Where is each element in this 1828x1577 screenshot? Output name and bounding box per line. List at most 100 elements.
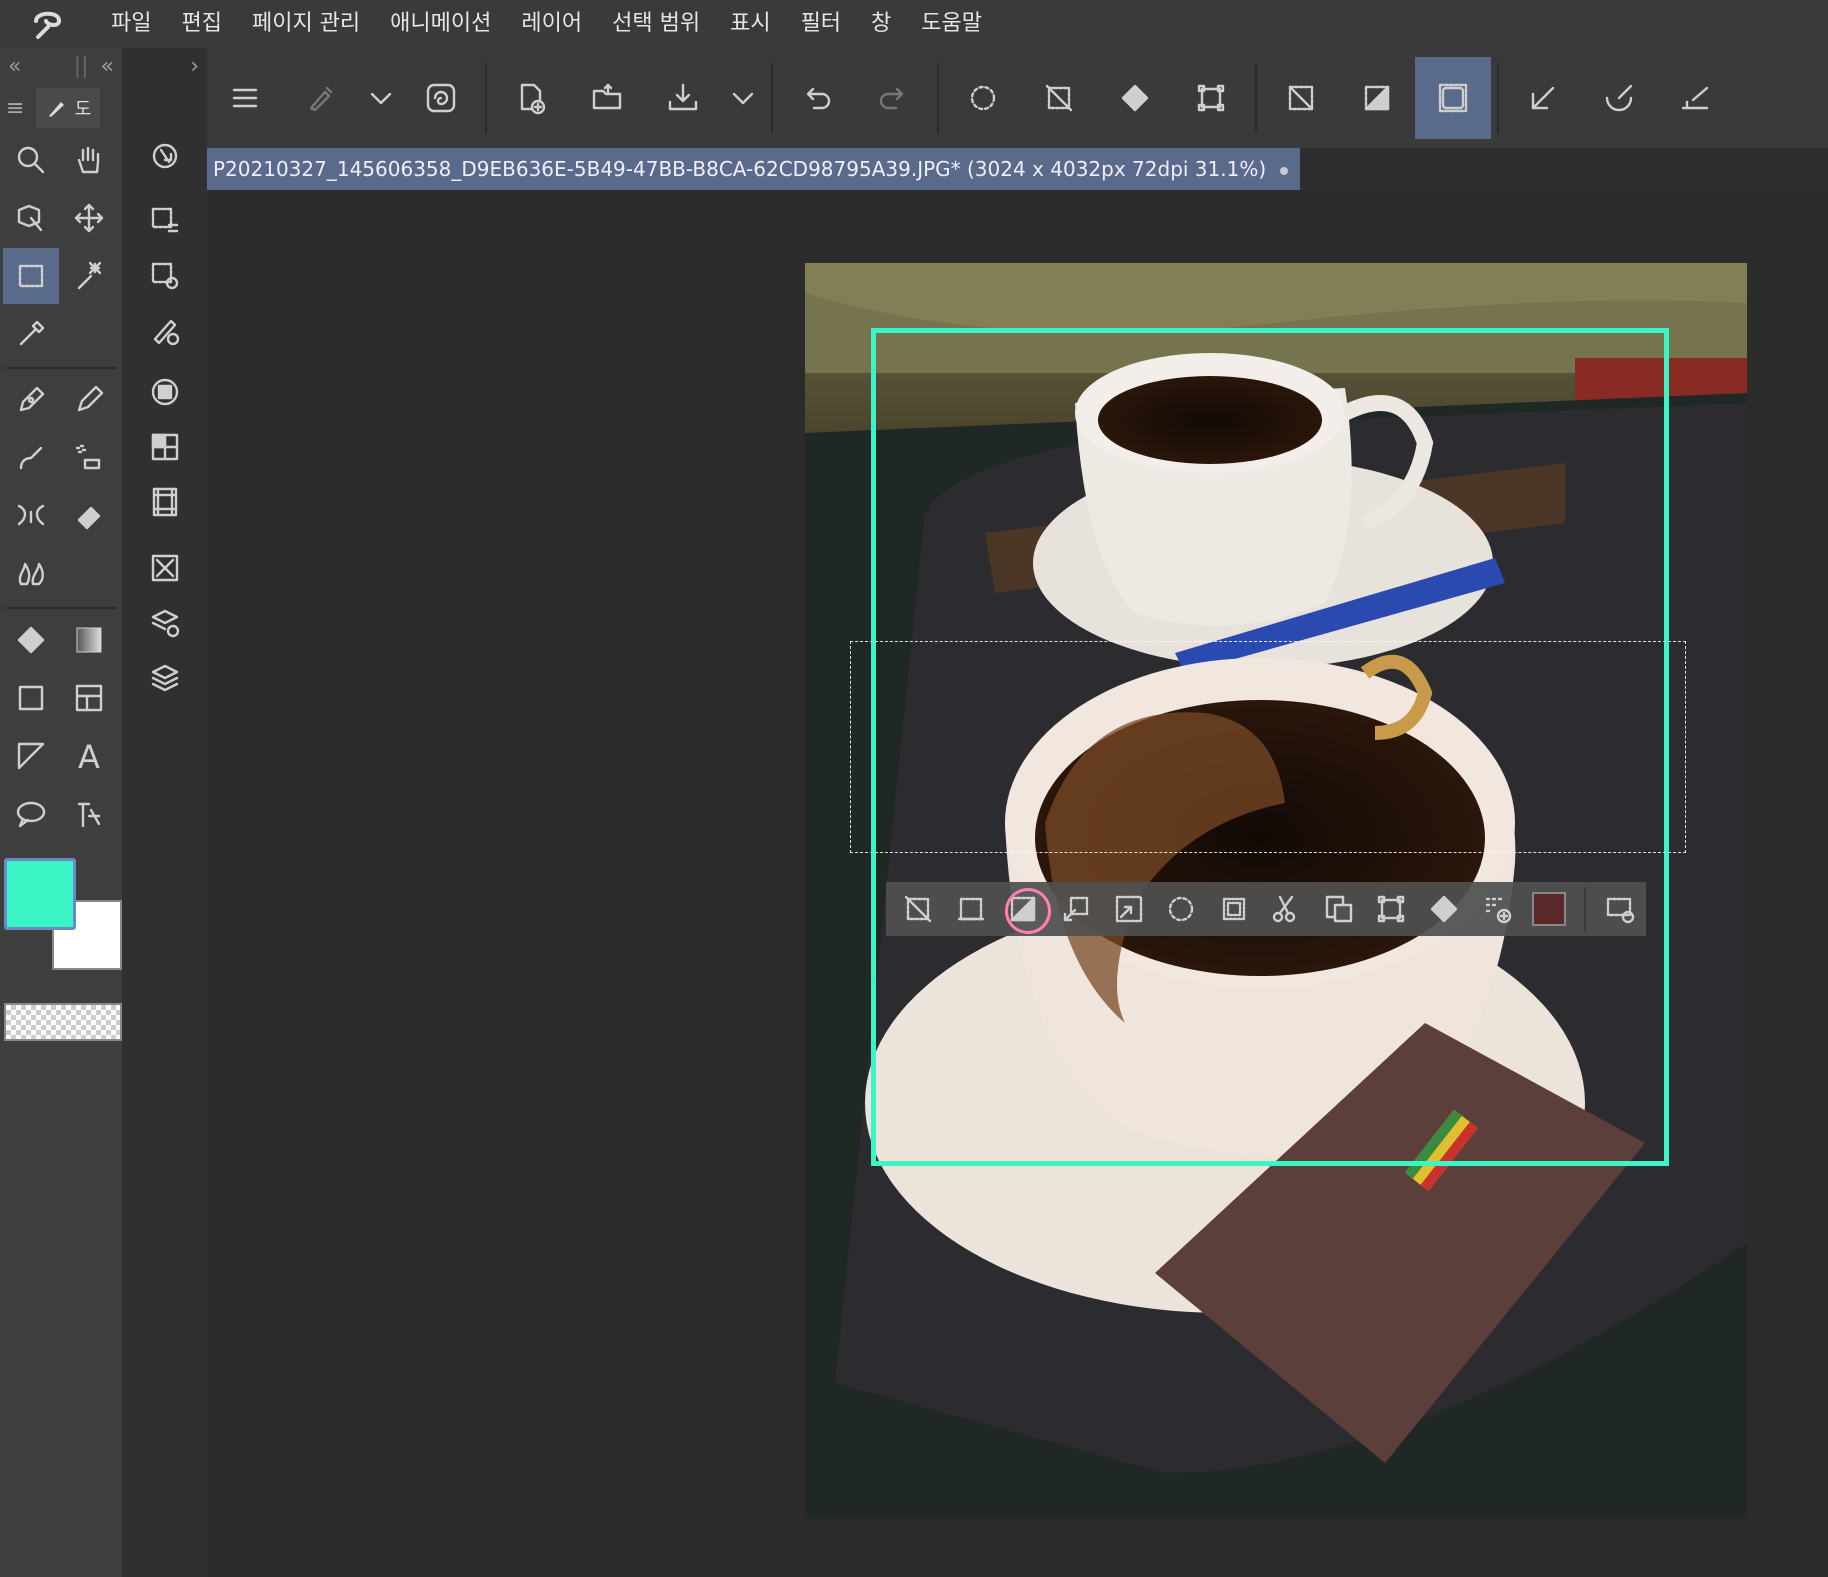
sub-brush-button[interactable]	[122, 299, 207, 363]
select-all-button[interactable]	[945, 57, 1021, 139]
move-icon	[71, 200, 107, 236]
invert-selection-button[interactable]	[1339, 57, 1415, 139]
new-document-button[interactable]	[493, 57, 569, 139]
menu-button[interactable]	[207, 57, 283, 139]
decoration-tool[interactable]	[3, 488, 59, 544]
transparent-color-swatch[interactable]	[4, 1003, 122, 1041]
correct-line-tool[interactable]	[61, 786, 117, 842]
selection-border-button[interactable]	[1207, 882, 1260, 936]
document-title: P20210327_145606358_D9EB636E-5B49-47BB-B…	[213, 157, 1267, 181]
menu-item[interactable]: 레이어	[506, 0, 597, 48]
object-select-icon	[13, 200, 49, 236]
menu-item[interactable]: 선택 범위	[597, 0, 715, 48]
menu-item[interactable]: 창	[856, 0, 906, 48]
grid-snap-button[interactable]	[1657, 57, 1733, 139]
grid-snap-icon	[1677, 80, 1713, 116]
launcher-color-swatch[interactable]	[1523, 882, 1576, 936]
deselect-icon	[900, 891, 936, 927]
transform-button[interactable]	[1173, 57, 1249, 139]
airbrush-tool[interactable]	[61, 430, 117, 486]
clear-selection-button[interactable]	[1263, 57, 1339, 139]
gradient-tool[interactable]	[61, 612, 117, 668]
open-folder-button[interactable]	[569, 57, 645, 139]
sub-select-button[interactable]	[122, 124, 207, 188]
collapse-left-button[interactable]: «	[8, 54, 21, 79]
menu-item[interactable]: 표시	[715, 0, 785, 48]
eyedropper-icon	[13, 316, 49, 352]
menu-item[interactable]: 페이지 관리	[237, 0, 375, 48]
invert-selection-button[interactable]	[997, 882, 1051, 936]
ruler-snap-button[interactable]	[1505, 57, 1581, 139]
crop-button[interactable]	[945, 882, 998, 936]
copy-paste-button[interactable]	[1313, 882, 1366, 936]
clip-studio-logo-icon[interactable]	[0, 0, 96, 48]
chevron-down-button[interactable]	[721, 57, 765, 139]
chevron-down-icon	[363, 80, 399, 116]
menu-item[interactable]: 편집	[166, 0, 236, 48]
clip-studio-button[interactable]	[403, 57, 479, 139]
tool-divider	[6, 367, 116, 369]
object-select-tool[interactable]	[3, 190, 59, 246]
blend-tool[interactable]	[3, 546, 59, 602]
transform-button[interactable]	[1365, 882, 1418, 936]
frame-border-tool[interactable]	[61, 670, 117, 726]
tool-tab[interactable]: 도	[36, 88, 100, 128]
show-selection-button[interactable]	[1415, 57, 1491, 139]
eyedropper-tool[interactable]	[3, 306, 59, 362]
sub-grid-icon	[147, 429, 183, 465]
brush-settings-button[interactable]	[283, 57, 359, 139]
redo-button[interactable]	[855, 57, 931, 139]
selection-launcher-bar	[886, 882, 1646, 936]
save-button[interactable]	[645, 57, 721, 139]
airbrush-icon	[71, 440, 107, 476]
menu-item[interactable]: 파일	[96, 0, 166, 48]
shrink-selection-button[interactable]	[1102, 882, 1155, 936]
chevron-down-button[interactable]	[359, 57, 403, 139]
zoom-tool[interactable]	[3, 132, 59, 188]
clip-studio-icon	[423, 80, 459, 116]
expand-panel-button[interactable]: ›	[190, 54, 199, 79]
sub-film-button[interactable]	[122, 470, 207, 534]
panel-menu-icon[interactable]: ≡	[6, 96, 36, 121]
save-icon	[665, 80, 701, 116]
menu-item[interactable]: 도움말	[906, 0, 997, 48]
pencil-tool[interactable]	[61, 372, 117, 428]
move-tool[interactable]	[61, 190, 117, 246]
eraser-tool[interactable]	[61, 488, 117, 544]
text-tool[interactable]: A	[61, 728, 117, 784]
sub-layers-button[interactable]	[122, 646, 207, 710]
main-color-swatch[interactable]	[4, 858, 76, 930]
magic-wand-tool[interactable]	[61, 248, 117, 304]
rect-select-tool[interactable]	[3, 248, 59, 304]
balloon-tool[interactable]	[3, 786, 59, 842]
document-tab[interactable]: P20210327_145606358_D9EB636E-5B49-47BB-B…	[207, 148, 1301, 190]
tool-divider	[6, 607, 116, 609]
collapse-mid-button[interactable]: «	[101, 54, 114, 79]
launcher-settings-button[interactable]	[1594, 882, 1647, 936]
undo-button[interactable]	[779, 57, 855, 139]
fill-button[interactable]	[1097, 57, 1173, 139]
deselect-button[interactable]	[1021, 57, 1097, 139]
tool-group	[0, 372, 122, 604]
selection-marquee[interactable]	[850, 641, 1686, 853]
toolbar-separator	[1255, 63, 1257, 133]
ruler-tool[interactable]	[3, 728, 59, 784]
cut-button[interactable]	[1260, 882, 1313, 936]
fill-tool[interactable]	[3, 612, 59, 668]
panel-grip-icon[interactable]: ||	[74, 54, 89, 79]
fill-button[interactable]	[1418, 882, 1471, 936]
select-all-icon	[1163, 891, 1199, 927]
add-tone-button[interactable]	[1470, 882, 1523, 936]
hand-tool[interactable]	[61, 132, 117, 188]
expand-selection-button[interactable]	[1050, 882, 1103, 936]
select-all-button[interactable]	[1155, 882, 1208, 936]
figure-tool[interactable]	[3, 670, 59, 726]
pen-tool[interactable]	[3, 372, 59, 428]
menu-item[interactable]: 필터	[786, 0, 856, 48]
invert-selection-icon	[1005, 891, 1041, 927]
special-ruler-button[interactable]	[1581, 57, 1657, 139]
menu-item[interactable]: 애니메이션	[375, 0, 506, 48]
sub-select-icon	[147, 138, 183, 174]
deselect-button[interactable]	[892, 882, 945, 936]
brush-tool[interactable]	[3, 430, 59, 486]
